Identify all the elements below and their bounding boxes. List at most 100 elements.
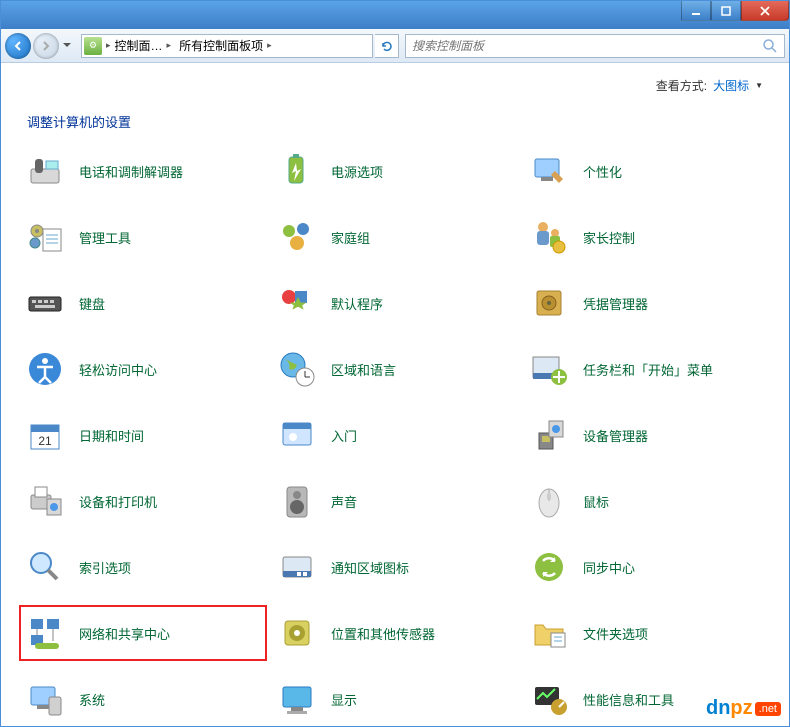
- cp-item-display[interactable]: 显示: [273, 673, 517, 725]
- maximize-button[interactable]: [711, 1, 741, 21]
- item-label: 入门: [331, 426, 357, 445]
- navbar: ⚙ ▸ 控制面…▸ 所有控制面板项▸: [1, 29, 789, 63]
- svg-text:21: 21: [38, 434, 52, 448]
- item-label: 同步中心: [583, 558, 635, 577]
- cp-item-default-programs[interactable]: 默认程序: [273, 277, 517, 329]
- cp-item-date-time[interactable]: 21 日期和时间: [21, 409, 265, 461]
- cp-item-mouse[interactable]: 鼠标: [525, 475, 769, 527]
- item-label: 任务栏和「开始」菜单: [583, 360, 713, 379]
- control-panel-icon: ⚙: [84, 37, 102, 55]
- magnifier-icon: [25, 547, 65, 587]
- items-grid: 电话和调制解调器 电源选项 个性化管理工具 家庭组 家长控制键盘 默认程序 凭据管理器轻松访…: [1, 145, 789, 727]
- device-chip-icon: [529, 415, 569, 455]
- item-label: 显示: [331, 690, 357, 709]
- cp-item-region-language[interactable]: 区域和语言: [273, 343, 517, 395]
- item-label: 电源选项: [331, 162, 383, 181]
- safe-icon: [529, 283, 569, 323]
- cp-item-indexing[interactable]: 索引选项: [21, 541, 265, 593]
- cp-item-sync-center[interactable]: 同步中心: [525, 541, 769, 593]
- minimize-button[interactable]: [681, 1, 711, 21]
- cp-item-location-sensors[interactable]: 位置和其他传感器: [273, 607, 517, 659]
- item-label: 系统: [79, 690, 105, 709]
- cp-item-homegroup[interactable]: 家庭组: [273, 211, 517, 263]
- cp-item-power-options[interactable]: 电源选项: [273, 145, 517, 197]
- item-label: 声音: [331, 492, 357, 511]
- speaker-icon: [277, 481, 317, 521]
- back-button[interactable]: [5, 33, 31, 59]
- cp-item-admin-tools[interactable]: 管理工具: [21, 211, 265, 263]
- item-label: 日期和时间: [79, 426, 144, 445]
- view-options: 查看方式: 大图标 ▼: [1, 63, 789, 94]
- breadcrumb[interactable]: ⚙ ▸ 控制面…▸ 所有控制面板项▸: [81, 34, 373, 58]
- item-label: 文件夹选项: [583, 624, 648, 643]
- cp-item-sound[interactable]: 声音: [273, 475, 517, 527]
- printer-icon: [25, 481, 65, 521]
- item-label: 家庭组: [331, 228, 370, 247]
- viewby-dropdown-icon[interactable]: ▼: [755, 81, 763, 90]
- cp-item-folder-options[interactable]: 文件夹选项: [525, 607, 769, 659]
- item-label: 通知区域图标: [331, 558, 409, 577]
- cp-item-notification-icons[interactable]: 通知区域图标: [273, 541, 517, 593]
- folder-icon: [529, 613, 569, 653]
- forward-button[interactable]: [33, 33, 59, 59]
- breadcrumb-segment: 所有控制面板项▸: [175, 35, 276, 57]
- system-icon: [25, 679, 65, 719]
- window-icon: [277, 415, 317, 455]
- keyboard-icon: [25, 283, 65, 323]
- close-button[interactable]: [741, 1, 789, 21]
- cp-item-network-sharing[interactable]: 网络和共享中心: [21, 607, 265, 659]
- sync-icon: [529, 547, 569, 587]
- cp-item-devices-printers[interactable]: 设备和打印机: [21, 475, 265, 527]
- tray-icon: [277, 547, 317, 587]
- item-label: 键盘: [79, 294, 105, 313]
- item-label: 位置和其他传感器: [331, 624, 435, 643]
- viewby-value[interactable]: 大图标: [713, 77, 749, 94]
- breadcrumb-segment: 控制面…▸: [111, 35, 176, 57]
- mouse-icon: [529, 481, 569, 521]
- cp-item-taskbar-start[interactable]: 任务栏和「开始」菜单: [525, 343, 769, 395]
- cp-item-parental[interactable]: 家长控制: [525, 211, 769, 263]
- gears-icon: [25, 217, 65, 257]
- item-label: 默认程序: [331, 294, 383, 313]
- people-icon: [277, 217, 317, 257]
- monitor-paint-icon: [529, 151, 569, 191]
- cp-item-keyboard[interactable]: 键盘: [21, 277, 265, 329]
- watermark: dnpz.net: [706, 697, 781, 720]
- search-icon: [762, 38, 778, 54]
- cp-item-device-manager[interactable]: 设备管理器: [525, 409, 769, 461]
- cp-item-getting-started[interactable]: 入门: [273, 409, 517, 461]
- titlebar: [1, 1, 789, 29]
- search-box[interactable]: [405, 34, 785, 58]
- item-label: 设备和打印机: [79, 492, 157, 511]
- item-label: 个性化: [583, 162, 622, 181]
- battery-icon: [277, 151, 317, 191]
- item-label: 轻松访问中心: [79, 360, 157, 379]
- globe-clock-icon: [277, 349, 317, 389]
- display-icon: [277, 679, 317, 719]
- calendar-icon: 21: [25, 415, 65, 455]
- cp-item-personalization[interactable]: 个性化: [525, 145, 769, 197]
- item-label: 区域和语言: [331, 360, 396, 379]
- perf-icon: [529, 679, 569, 719]
- page-title: 调整计算机的设置: [1, 94, 789, 145]
- item-label: 设备管理器: [583, 426, 648, 445]
- item-label: 索引选项: [79, 558, 131, 577]
- star-apps-icon: [277, 283, 317, 323]
- cp-item-ease-of-access[interactable]: 轻松访问中心: [21, 343, 265, 395]
- search-input[interactable]: [412, 39, 762, 53]
- history-dropdown[interactable]: [61, 36, 73, 56]
- item-label: 网络和共享中心: [79, 624, 170, 643]
- item-label: 性能信息和工具: [583, 690, 674, 709]
- viewby-label: 查看方式:: [656, 77, 707, 94]
- item-label: 家长控制: [583, 228, 635, 247]
- cp-item-phone-modem[interactable]: 电话和调制解调器: [21, 145, 265, 197]
- access-icon: [25, 349, 65, 389]
- cp-item-credential-manager[interactable]: 凭据管理器: [525, 277, 769, 329]
- control-panel-window: ⚙ ▸ 控制面…▸ 所有控制面板项▸ 查看方式: 大图标 ▼ 调整计算机的设置 …: [0, 0, 790, 727]
- refresh-button[interactable]: [375, 34, 399, 58]
- item-label: 管理工具: [79, 228, 131, 247]
- network-icon: [25, 613, 65, 653]
- sensor-icon: [277, 613, 317, 653]
- cp-item-system[interactable]: 系统: [21, 673, 265, 725]
- taskbar-icon: [529, 349, 569, 389]
